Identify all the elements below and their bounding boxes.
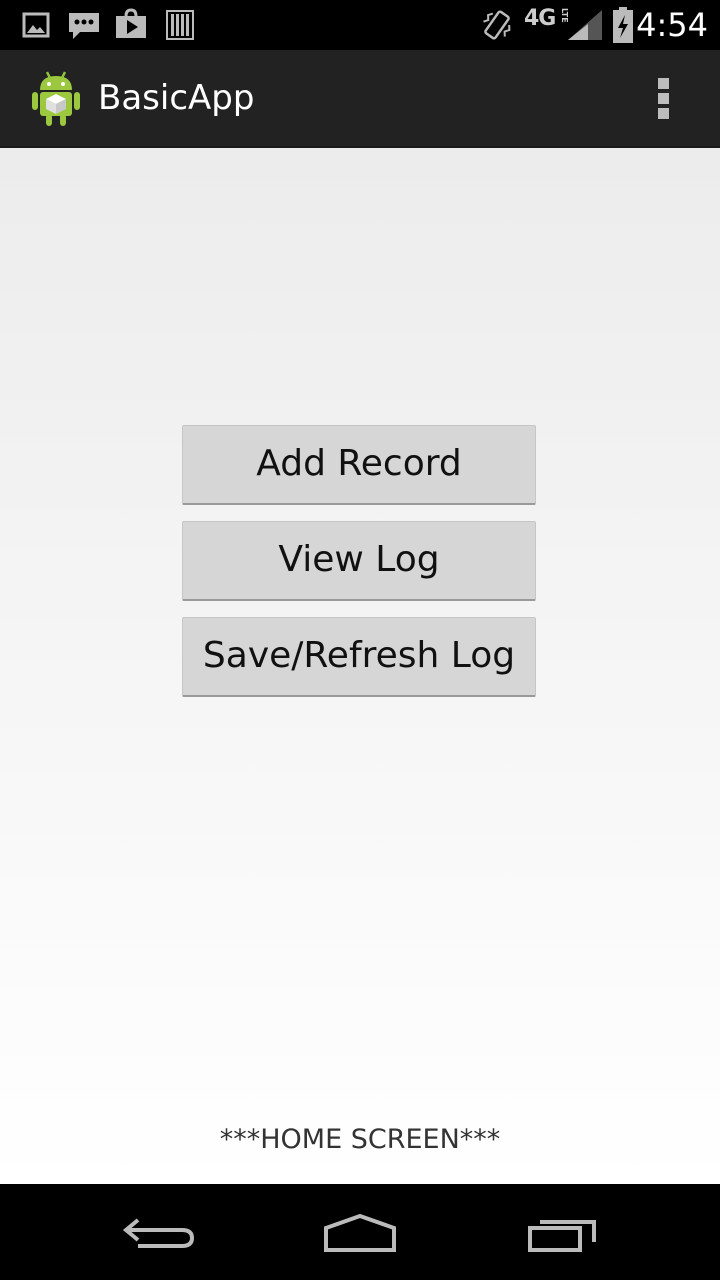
- overflow-menu-icon[interactable]: [648, 74, 680, 122]
- vibrate-icon: [483, 10, 511, 40]
- back-icon[interactable]: [110, 1202, 210, 1262]
- main-content: Add Record View Log Save/Refresh Log ***…: [0, 148, 720, 1184]
- network-4g-lte-icon: 4G LTE: [524, 6, 569, 31]
- navigation-bar: [0, 1184, 720, 1280]
- home-icon[interactable]: [310, 1202, 410, 1262]
- recents-icon[interactable]: [514, 1202, 614, 1262]
- message-icon: [69, 13, 99, 39]
- app-title: BasicApp: [98, 78, 255, 118]
- battery-charging-icon: [613, 7, 633, 43]
- view-log-button[interactable]: View Log: [182, 521, 536, 601]
- home-screen-label: ***HOME SCREEN***: [219, 1124, 501, 1155]
- signal-icon: [568, 10, 602, 40]
- add-record-button[interactable]: Add Record: [182, 425, 536, 505]
- status-time: 4:54: [636, 6, 708, 44]
- status-bar: 4G LTE 4:54: [0, 0, 720, 50]
- android-app-icon[interactable]: [30, 68, 82, 128]
- play-store-icon: [116, 8, 146, 38]
- barcode-icon: [166, 10, 194, 40]
- save-refresh-log-button[interactable]: Save/Refresh Log: [182, 617, 536, 697]
- gallery-icon: [22, 12, 50, 38]
- action-bar: BasicApp: [0, 50, 720, 148]
